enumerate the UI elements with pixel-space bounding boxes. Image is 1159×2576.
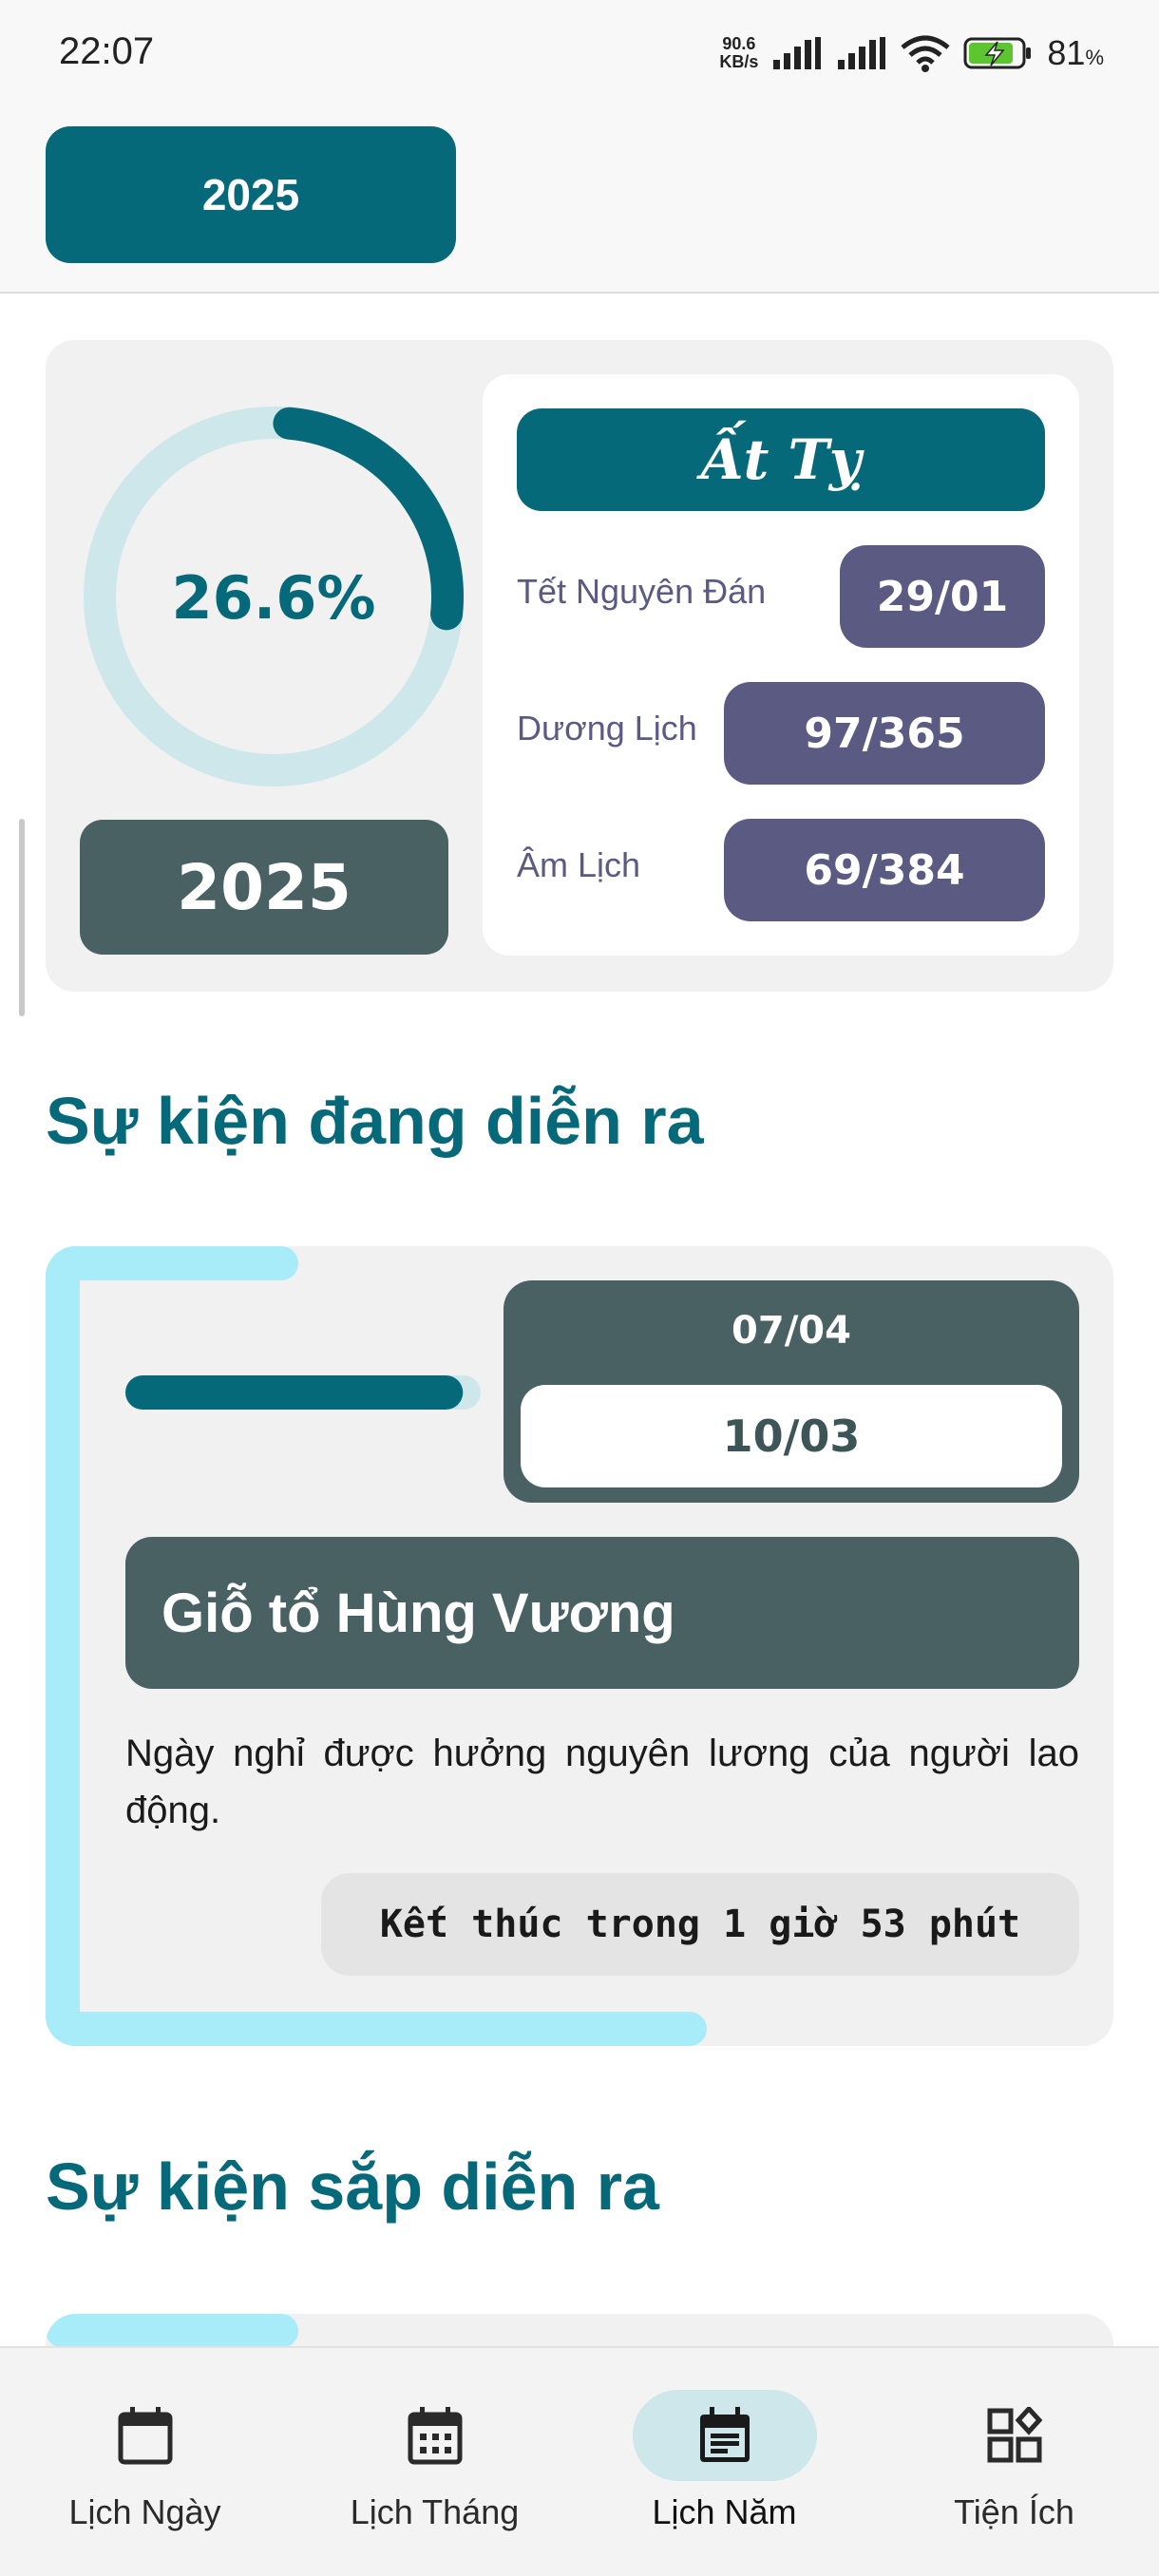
nav-label: Lịch Ngày: [68, 2492, 221, 2531]
calendar-day-icon: [118, 2407, 172, 2465]
event-accent-bar: [46, 1246, 80, 2046]
event-lunar-date: 10/03: [521, 1385, 1062, 1487]
nav-label: Tiện Ích: [954, 2492, 1074, 2531]
year-progress-value: 26.6%: [171, 563, 376, 633]
solar-day-pill: 97/365: [724, 682, 1045, 785]
ongoing-events-title: Sự kiện đang diễn ra: [46, 1084, 704, 1158]
nav-item-tien-ich[interactable]: Tiện Ích: [869, 2348, 1159, 2576]
bottom-navigation: Lịch Ngày Lịch Tháng Lịch Năm Tiện Ích: [0, 2346, 1159, 2576]
event-description: Ngày nghỉ được hưởng nguyên lương của ng…: [125, 1733, 1079, 1831]
can-chi-title: Ất Tỵ: [517, 408, 1045, 511]
lunar-day-pill: 69/384: [724, 819, 1045, 921]
year-summary-card: 26.6% 2025 Ất Tỵ Tết Nguyên Đán 29/01 Dư…: [46, 340, 1113, 992]
battery-percent: 81%: [1047, 33, 1104, 72]
year-selector-button[interactable]: 2025: [46, 126, 456, 263]
network-speed-unit: KB/s: [719, 52, 759, 71]
calendar-month-icon: [408, 2407, 462, 2465]
event-accent-top: [46, 2314, 298, 2348]
signal-icon: [773, 37, 822, 69]
year-badge: 2025: [80, 820, 448, 955]
nav-label: Lịch Tháng: [350, 2492, 520, 2531]
event-accent-bottom: [46, 2012, 707, 2046]
wifi-icon: [901, 35, 950, 72]
status-icons: 90.6 KB/s 81%: [719, 28, 1104, 78]
upcoming-events-title: Sự kiện sắp diễn ra: [46, 2150, 659, 2224]
event-date-box: 07/04 10/03: [504, 1280, 1079, 1503]
year-info-panel: Ất Tỵ Tết Nguyên Đán 29/01 Dương Lịch 97…: [483, 374, 1079, 956]
event-accent-top: [46, 1246, 298, 1280]
calendar-year-icon: [699, 2407, 750, 2462]
event-solar-date: 07/04: [732, 1309, 851, 1353]
event-countdown: Kết thúc trong 1 giờ 53 phút: [321, 1873, 1079, 1976]
network-speed-value: 90.6: [722, 34, 756, 53]
scrollbar[interactable]: [19, 819, 25, 1016]
signal-icon: [838, 37, 886, 69]
status-time: 22:07: [59, 30, 155, 72]
header: 2025: [0, 109, 1159, 294]
status-bar: 22:07 90.6 KB/s 81%: [0, 0, 1159, 109]
nav-item-lich-thang[interactable]: Lịch Tháng: [290, 2348, 580, 2576]
solar-day-label: Dương Lịch: [517, 709, 697, 748]
battery-charging-icon: [963, 37, 1032, 69]
tet-date-pill: 29/01: [840, 545, 1045, 648]
nav-item-lich-ngay[interactable]: Lịch Ngày: [0, 2348, 290, 2576]
lunar-day-label: Âm Lịch: [517, 845, 641, 884]
tet-label: Tết Nguyên Đán: [517, 572, 767, 611]
event-time-progress: [125, 1375, 481, 1410]
event-time-progress-fill: [125, 1375, 464, 1410]
network-speed: 90.6 KB/s: [719, 35, 758, 71]
nav-item-lich-nam[interactable]: Lịch Năm: [580, 2348, 869, 2576]
event-name: Giỗ tổ Hùng Vương: [125, 1537, 1079, 1689]
nav-active-indicator: [632, 2390, 817, 2481]
widgets-icon: [987, 2407, 1042, 2463]
ongoing-event-card[interactable]: 07/04 10/03 Giỗ tổ Hùng Vương Ngày nghỉ …: [46, 1246, 1113, 2046]
nav-label: Lịch Năm: [652, 2492, 797, 2531]
